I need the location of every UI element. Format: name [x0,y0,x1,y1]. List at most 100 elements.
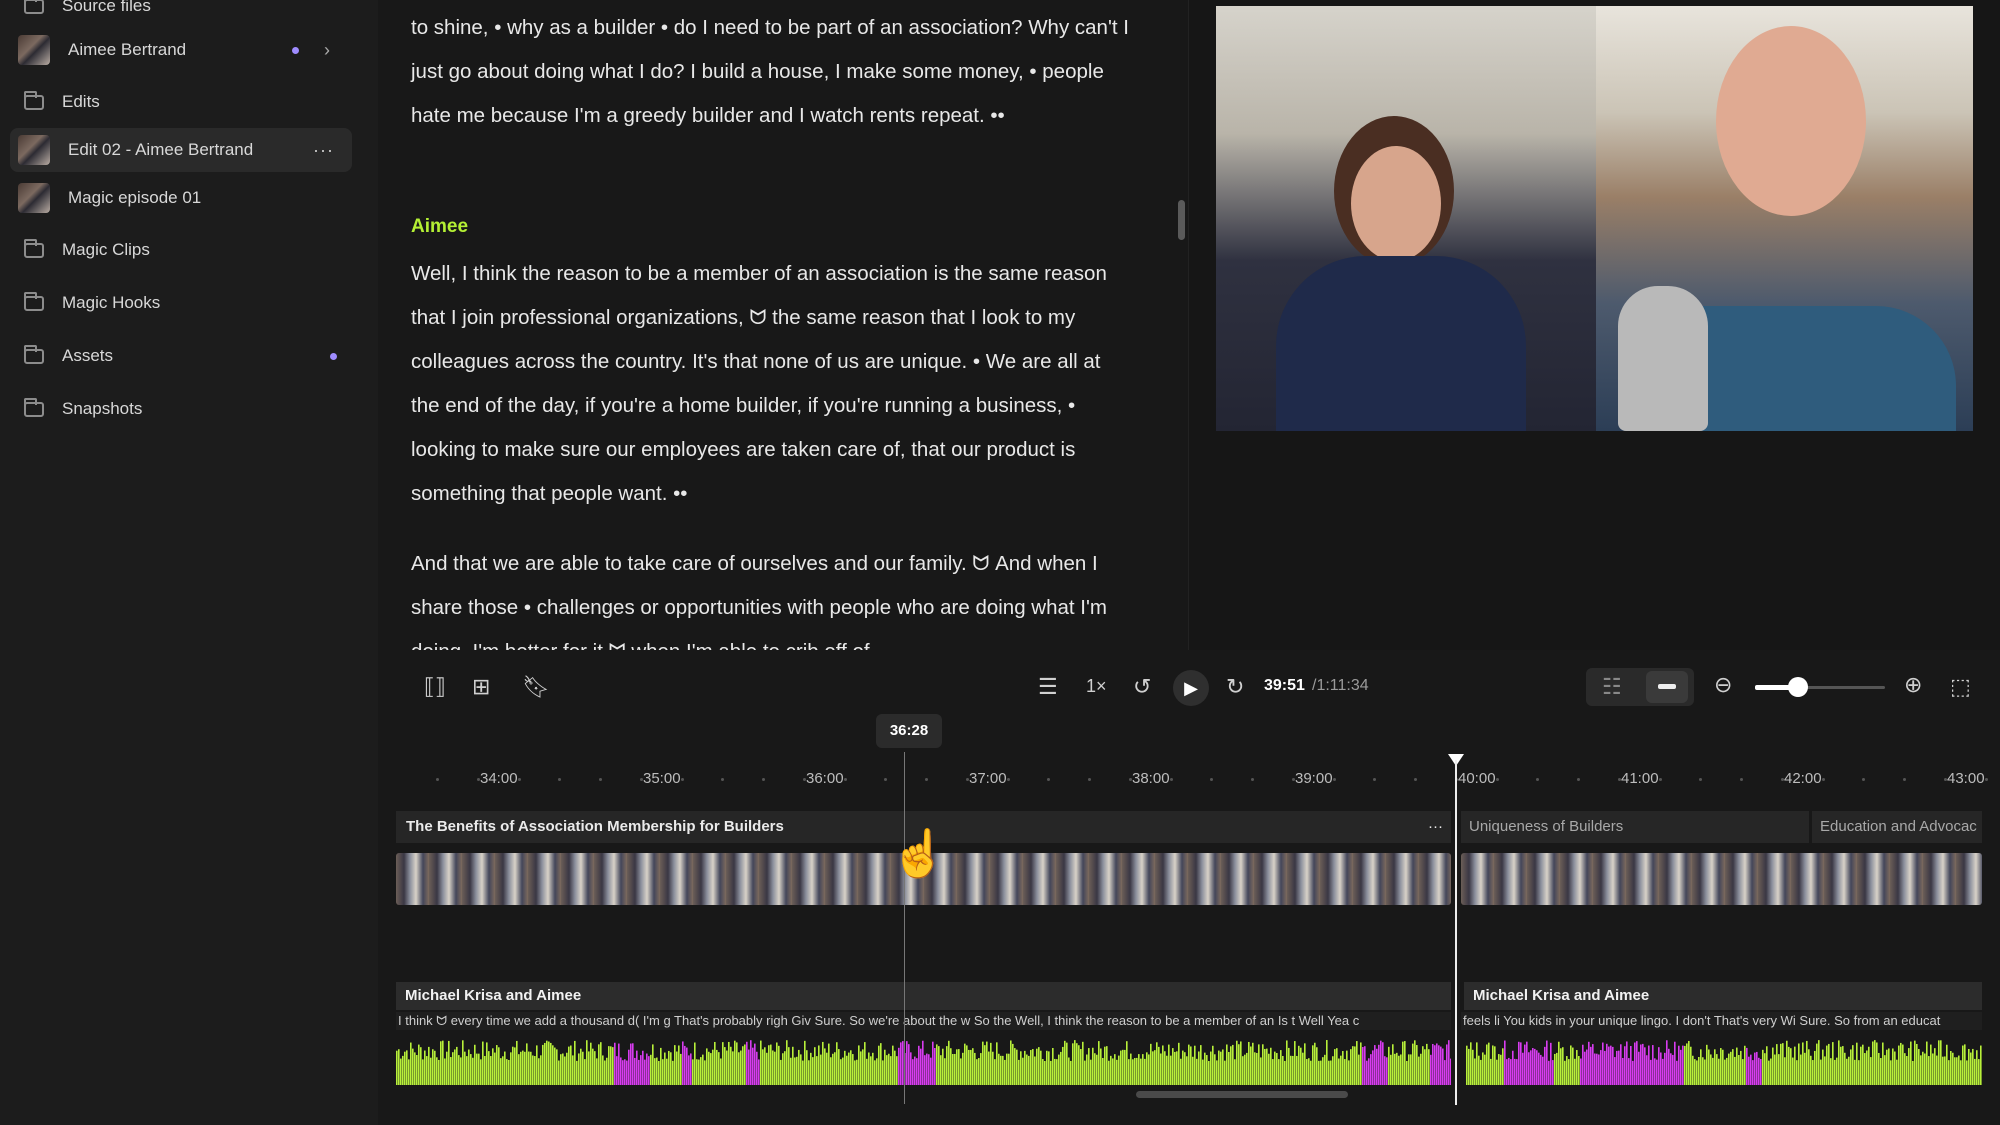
waveform-bar [1080,1049,1082,1085]
waveform-bar [416,1055,418,1085]
waveform-bar [414,1052,416,1085]
waveform-bar [666,1058,668,1085]
zoom-out-icon[interactable]: ⊖ [1714,672,1732,698]
play-button[interactable]: ▶ [1173,670,1209,706]
waveform-bar [1268,1053,1270,1085]
waveform-bar [1958,1055,1960,1085]
forward-5-icon[interactable]: ↻ [1226,674,1244,700]
waveform-bar [1052,1047,1054,1085]
chapter-title: Education and Advocac [1820,818,1977,835]
chapter-title: Uniqueness of Builders [1469,818,1624,835]
video-feed-right [1596,6,1973,431]
waveform-bar [582,1051,584,1085]
waveform-bar [1690,1046,1692,1085]
video-filmstrip[interactable] [1461,853,1982,905]
playback-speed-button[interactable]: 1× [1086,676,1107,697]
waveform-bar [1260,1057,1262,1085]
playhead[interactable] [1455,760,1457,1105]
waveform-bar [1088,1048,1090,1085]
zoom-in-icon[interactable]: ⊕ [1904,672,1922,698]
timeline-horizontal-scrollbar[interactable] [1136,1091,1348,1098]
waveform-bar [1664,1052,1666,1085]
waveform-bar [1932,1053,1934,1085]
waveform-bar [1762,1049,1764,1085]
audio-waveform[interactable] [396,1040,1451,1085]
compact-view-button[interactable] [1646,671,1688,703]
waveform-bar [734,1040,736,1085]
video-preview[interactable] [1216,6,1973,431]
waveform-bar [1358,1054,1360,1085]
waveform-bar [548,1041,550,1085]
chapter-more-icon[interactable]: ··· [1428,811,1443,843]
sidebar-item-source-files[interactable]: Source files [10,0,352,28]
chapter-segment[interactable]: Education and Advocac [1812,811,1982,843]
waveform-bar [998,1053,1000,1085]
waveform-bar [956,1049,958,1085]
waveform-bar [1708,1049,1710,1085]
waveform-bar [712,1049,714,1085]
transcript-panel[interactable]: to shine, • why as a builder • do I need… [378,0,1189,650]
speaker-name[interactable]: Aimee [411,216,468,238]
waveform-bar [978,1058,980,1085]
waveform-bar [1416,1045,1418,1085]
waveform-bar [974,1052,976,1085]
add-clip-icon[interactable]: ⊞ [472,674,490,700]
ruler-tick [1740,778,1743,781]
waveform-bar [1440,1046,1442,1085]
word-strip[interactable]: feels li You kids in your unique lingo. … [1461,1012,1982,1030]
sidebar-item-magic-episode-01[interactable]: Magic episode 01 [10,176,352,220]
sidebar-item-magic-hooks[interactable]: Magic Hooks [10,281,352,325]
waveform-bar [506,1059,508,1085]
waveform-bar [1502,1048,1504,1085]
word-strip[interactable]: I think ᗢ every time we add a thousand d… [396,1012,1451,1030]
waveform-bar [1980,1045,1982,1085]
rewind-5-icon[interactable]: ↺ [1133,674,1151,700]
chapter-segment[interactable]: Uniqueness of Builders [1461,811,1809,843]
waveform-bar [644,1059,646,1085]
waveform-bar [1824,1056,1826,1085]
minus-bar-icon [1658,684,1676,689]
waveform-bar [1384,1056,1386,1085]
chevron-right-icon[interactable]: › [324,40,330,61]
waveform-bar [994,1059,996,1085]
sidebar-item-assets[interactable]: Assets [10,334,352,378]
sidebar-item-edit-02[interactable]: Edit 02 - Aimee Bertrand ··· [10,128,352,172]
waveform-bar [694,1042,696,1085]
transcript-paragraph[interactable]: And that we are able to take care of our… [411,542,1131,650]
waveform-bar [534,1056,536,1085]
audio-track-header[interactable]: Michael Krisa and Aimee [1464,982,1982,1010]
waveform-bar [1748,1056,1750,1085]
sidebar-item-edits[interactable]: Edits [10,80,352,124]
split-icon[interactable]: ⟦⟧ [424,674,446,700]
waveform-bar [728,1041,730,1085]
sidebar-item-aimee-bertrand[interactable]: Aimee Bertrand › [10,28,352,72]
waveform-bar [1152,1051,1154,1085]
transcript-paragraph[interactable]: Well, I think the reason to be a member … [411,252,1131,516]
more-options-icon[interactable]: ··· [313,140,334,161]
waveform-bar [1368,1058,1370,1085]
zoom-slider-knob[interactable] [1788,677,1808,697]
waveform-bar [1114,1054,1116,1085]
sidebar-item-snapshots[interactable]: Snapshots [10,387,352,431]
sidebar: Source files Aimee Bertrand › Edits Edit… [0,0,378,1125]
waveform-bar [824,1048,826,1085]
waveform-bar [1880,1058,1882,1085]
sidebar-item-magic-clips[interactable]: Magic Clips [10,228,352,272]
waveform-bar [1888,1048,1890,1085]
transcript-paragraph[interactable]: to shine, • why as a builder • do I need… [411,6,1131,138]
waveform-bar [1360,1042,1362,1085]
audio-waveform[interactable] [1466,1040,1982,1085]
transcript-scrollbar[interactable] [1178,200,1185,240]
bookmark-icon[interactable]: 🔖︎ [522,674,550,700]
waveform-bar [1774,1054,1776,1085]
waveform-bar [1190,1046,1192,1085]
captions-icon[interactable]: ⬚ [1950,674,1971,700]
waveform-bar [1840,1046,1842,1085]
waveform-bar [1150,1043,1152,1085]
audio-track-header[interactable]: Michael Krisa and Aimee [396,982,1451,1010]
waveform-bar [1474,1058,1476,1085]
chapters-list-icon[interactable]: ☰ [1038,674,1058,700]
stacked-view-icon[interactable]: ☷ [1602,674,1622,700]
waveform-bar [1906,1055,1908,1085]
waveform-bar [1598,1054,1600,1085]
